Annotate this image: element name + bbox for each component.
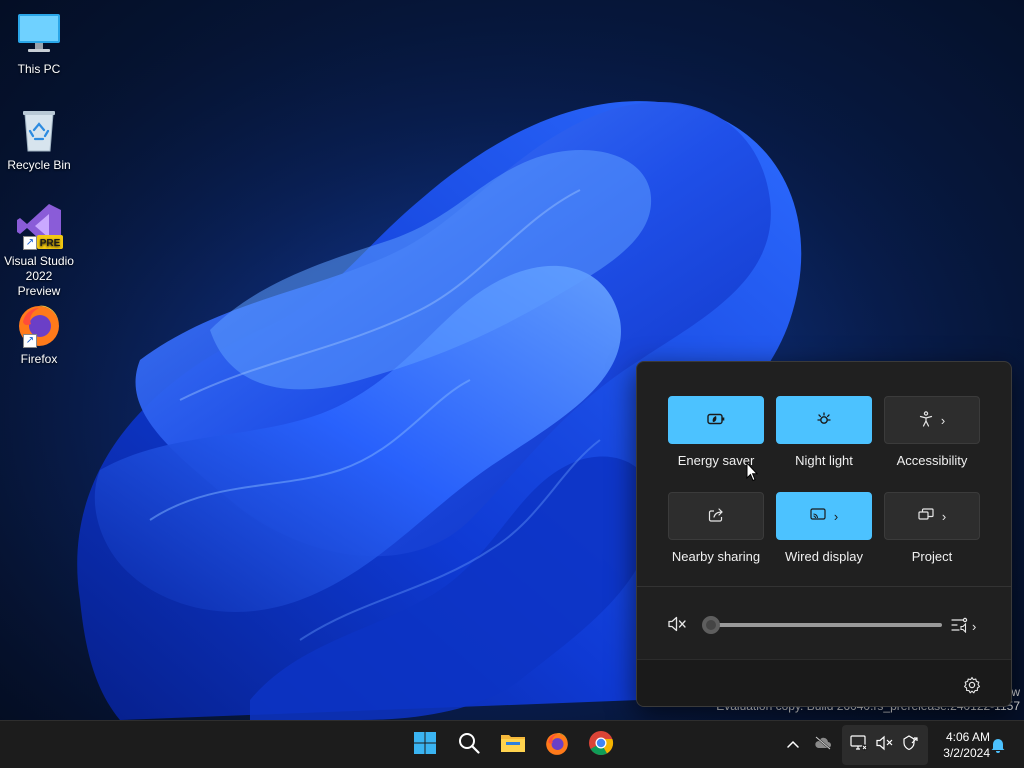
- tile-label: Night light: [795, 453, 853, 468]
- notification-bell-icon[interactable]: [990, 737, 1006, 753]
- quick-settings-panel: Energy saver Night light › Accessibility: [636, 361, 1012, 707]
- clock-date: 3/2/2024: [943, 746, 990, 760]
- volume-muted-icon: [876, 735, 894, 756]
- chevron-up-icon: [786, 736, 800, 754]
- chevron-right-icon: ›: [972, 618, 977, 634]
- quick-settings-button[interactable]: [842, 725, 928, 765]
- night-light-toggle[interactable]: [776, 396, 872, 444]
- clock-time: 4:06 AM: [945, 730, 990, 744]
- start-button[interactable]: [405, 725, 445, 765]
- defender-icon: [902, 734, 920, 756]
- desktop-icon-firefox[interactable]: ↗ Firefox: [4, 300, 74, 367]
- network-tray-button: [846, 725, 872, 765]
- shortcut-arrow-icon: ↗: [23, 236, 37, 250]
- project-icon: [918, 508, 934, 524]
- file-explorer-icon: [500, 732, 526, 759]
- tile-label: Nearby sharing: [671, 549, 761, 564]
- monitor-icon: [15, 10, 63, 58]
- file-explorer-button[interactable]: [493, 725, 533, 765]
- tile-label: Energy saver: [677, 453, 755, 468]
- firefox-icon: [544, 730, 570, 761]
- cloud-offline-icon: [814, 735, 832, 755]
- volume-slider-track[interactable]: [709, 623, 942, 627]
- tile-label: Accessibility: [896, 453, 968, 468]
- desktop-icon-label: This PC: [17, 62, 61, 76]
- recycle-bin-icon: [15, 106, 63, 154]
- desktop-icon-label-line2: 2022 Preview: [17, 269, 61, 298]
- desktop-icon-label: Recycle Bin: [7, 158, 71, 172]
- desktop-icon-recycle-bin[interactable]: Recycle Bin: [4, 106, 74, 173]
- tile-energy-saver: Energy saver: [668, 396, 764, 468]
- system-tray: 4:06 AM 3/2/2024: [778, 721, 990, 768]
- quick-settings-footer: [637, 659, 1011, 706]
- energy-saver-icon: [707, 413, 725, 428]
- taskbar: 4:06 AM 3/2/2024: [0, 720, 1024, 768]
- show-hidden-icons-button[interactable]: [778, 725, 808, 765]
- search-icon: [458, 732, 480, 759]
- night-light-icon: [816, 411, 832, 430]
- desktop-icon-this-pc[interactable]: This PC: [4, 10, 74, 77]
- accessibility-icon: [919, 410, 933, 430]
- firefox-taskbar-button[interactable]: [537, 725, 577, 765]
- volume-mixer-icon: [951, 617, 969, 636]
- chevron-right-icon[interactable]: ›: [834, 510, 838, 523]
- taskbar-apps: [405, 721, 621, 768]
- mouse-cursor-icon: [746, 461, 759, 482]
- onedrive-button[interactable]: [808, 725, 838, 765]
- nearby-sharing-toggle[interactable]: [668, 492, 764, 540]
- tile-label: Wired display: [784, 549, 864, 564]
- speaker-muted-icon[interactable]: [667, 615, 687, 633]
- energy-saver-toggle[interactable]: [668, 396, 764, 444]
- desktop-icon-label: Firefox: [20, 352, 58, 366]
- desktop-icon-label-line1: Visual Studio: [4, 254, 74, 268]
- network-disconnected-icon: [850, 734, 868, 756]
- pre-badge: PRE: [40, 238, 61, 249]
- visual-studio-icon: PRE ↗: [15, 202, 63, 250]
- gear-icon[interactable]: [963, 676, 981, 694]
- tile-project: › Project: [884, 492, 980, 564]
- volume-mixer-button[interactable]: ›: [951, 616, 983, 636]
- tile-accessibility: › Accessibility: [884, 396, 980, 468]
- chevron-right-icon[interactable]: ›: [941, 414, 945, 427]
- search-button[interactable]: [449, 725, 489, 765]
- chevron-right-icon[interactable]: ›: [942, 510, 946, 523]
- tile-night-light: Night light: [776, 396, 872, 468]
- desktop-icon-visual-studio[interactable]: PRE ↗ Visual Studio 2022 Preview: [4, 202, 74, 299]
- shortcut-arrow-icon: ↗: [23, 334, 37, 348]
- tile-nearby-sharing: Nearby sharing: [668, 492, 764, 564]
- cast-icon: [810, 508, 826, 524]
- security-tray-button: [898, 725, 924, 765]
- tile-wired-display: › Wired display: [776, 492, 872, 564]
- chrome-icon: [588, 730, 614, 761]
- nearby-sharing-icon: [708, 507, 724, 525]
- taskbar-clock[interactable]: 4:06 AM 3/2/2024: [934, 729, 990, 761]
- start-icon: [413, 731, 437, 760]
- wired-display-toggle[interactable]: ›: [776, 492, 872, 540]
- volume-slider-thumb[interactable]: [702, 616, 720, 634]
- volume-tray-button: [872, 725, 898, 765]
- accessibility-toggle[interactable]: ›: [884, 396, 980, 444]
- firefox-icon: ↗: [15, 300, 63, 348]
- project-toggle[interactable]: ›: [884, 492, 980, 540]
- tile-label: Project: [911, 549, 953, 564]
- chrome-taskbar-button[interactable]: [581, 725, 621, 765]
